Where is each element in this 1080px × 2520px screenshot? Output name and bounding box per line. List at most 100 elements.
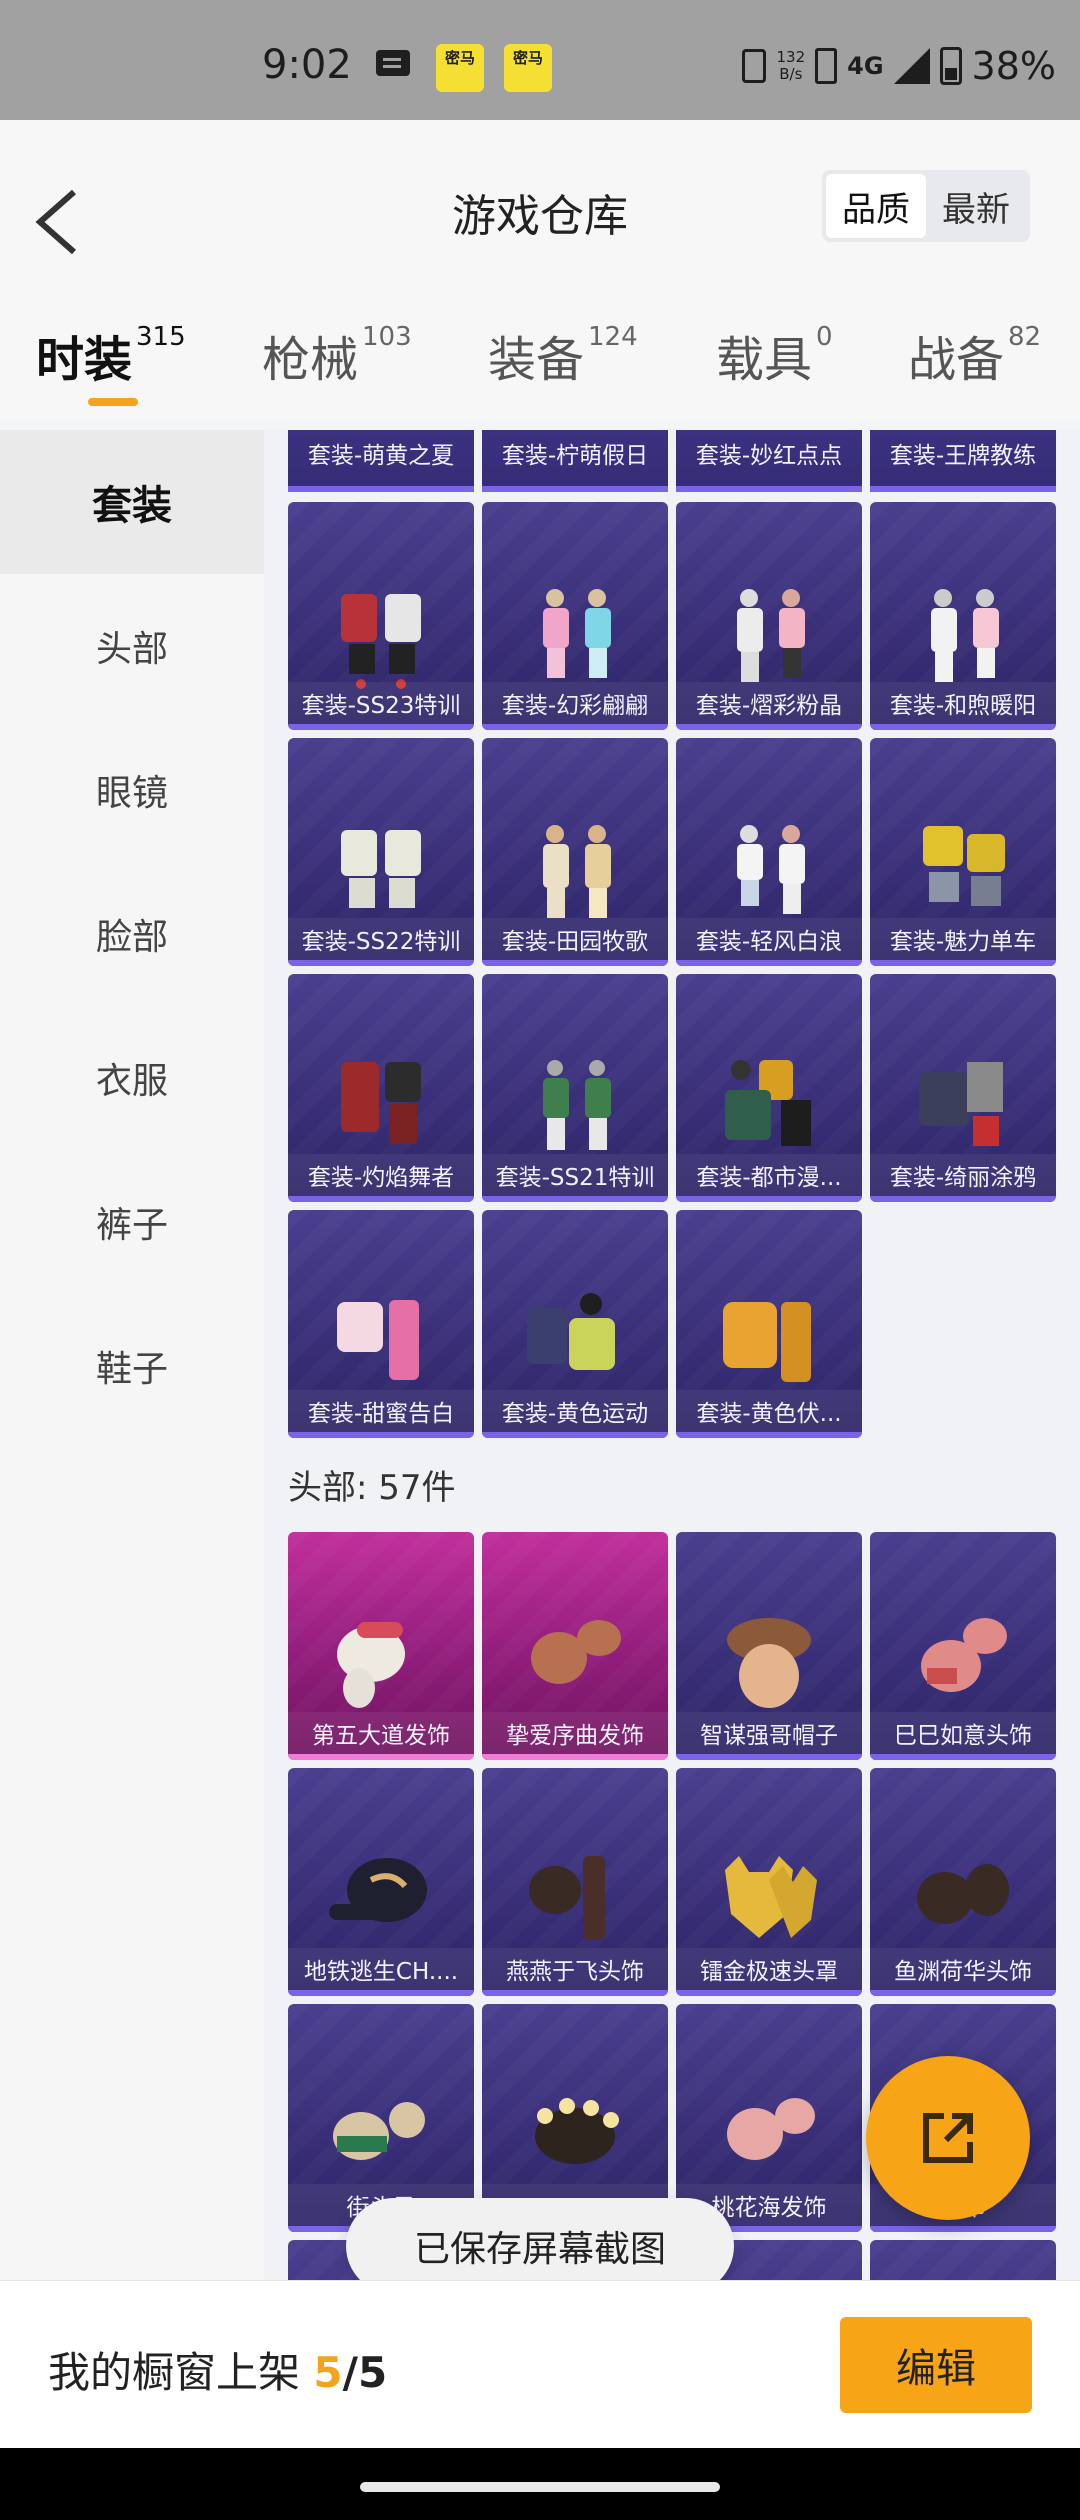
bottom-bar: 我的橱窗上架 5/5 编辑 (0, 2280, 1080, 2448)
sidebar-item-suits[interactable]: 套装 (0, 430, 264, 574)
outfit-icon (737, 825, 805, 914)
outfit-icon (543, 1060, 611, 1150)
flower-crown-icon (535, 2098, 619, 2164)
shelf-label: 我的橱窗上架 (48, 2348, 301, 2397)
head-card[interactable]: 巳巳如意头饰 (870, 1532, 1056, 1760)
outfit-icon (725, 1060, 811, 1146)
tab-count: 0 (816, 322, 833, 352)
sidebar-item-head[interactable]: 头部 (0, 574, 264, 718)
item-label: 套装-都市漫... (676, 1154, 862, 1202)
outfit-icon (923, 826, 1005, 906)
head-card[interactable]: 地铁逃生CH.... (288, 1768, 474, 1996)
item-label: 套装-幻彩翩翩 (482, 682, 668, 730)
hair-icon (917, 1864, 1009, 1924)
sidebar-item-glasses[interactable]: 眼镜 (0, 718, 264, 862)
home-gesture-handle[interactable] (360, 2482, 720, 2492)
item-label: 套装-SS21特训 (482, 1154, 668, 1202)
network-type: 4G (847, 52, 884, 80)
item-label: 套装-黄色伏... (676, 1390, 862, 1438)
shelf-status: 我的橱窗上架 5/5 (48, 2339, 387, 2400)
outfit-icon (341, 1062, 421, 1144)
suit-card[interactable]: 套装-和煦暖阳 (870, 502, 1056, 730)
head-card[interactable]: 第五大道发饰 (288, 1532, 474, 1760)
outfit-icon (919, 1062, 1003, 1146)
suit-card[interactable]: 套装-甜蜜告白 (288, 1210, 474, 1438)
outfit-icon (337, 1300, 419, 1380)
head-card[interactable]: 挚爱序曲发饰 (482, 1532, 668, 1760)
vibrate-icon (742, 49, 767, 83)
tab-equipment[interactable]: 装备 124 (488, 320, 638, 390)
mask-icon (725, 1856, 817, 1938)
suit-card[interactable]: 套装-绮丽涂鸦 (870, 974, 1056, 1202)
sidebar-item-pants[interactable]: 裤子 (0, 1150, 264, 1294)
tab-label: 装备 (488, 332, 585, 388)
outfit-icon (543, 825, 611, 918)
item-label: 套装-黄色运动 (482, 1390, 668, 1438)
sort-toggle: 品质 最新 (822, 170, 1030, 242)
tab-supplies[interactable]: 战备 82 (908, 320, 1041, 390)
header: 游戏仓库 品质 最新 时装 315 枪械 103 装备 124 载具 0 战备 … (0, 120, 1080, 420)
head-card[interactable]: 智谋强哥帽子 (676, 1532, 862, 1760)
tab-label: 载具 (716, 332, 813, 388)
suit-card[interactable]: 套装-轻风白浪 (676, 738, 862, 966)
tab-count: 82 (1008, 322, 1042, 352)
item-label: 套装-魅力单车 (870, 918, 1056, 966)
tab-guns[interactable]: 枪械 103 (262, 320, 412, 390)
tab-indicator (88, 398, 138, 406)
shelf-current: 5 (313, 2348, 343, 2397)
status-time: 9:02 (262, 42, 352, 88)
suit-card[interactable]: 套装-黄色运动 (482, 1210, 668, 1438)
suit-card[interactable]: 套装-熠彩粉晶 (676, 502, 862, 730)
sort-newest-button[interactable]: 最新 (926, 174, 1026, 238)
head-card[interactable] (870, 2240, 1056, 2280)
suit-card[interactable]: 套装-魅力单车 (870, 738, 1056, 966)
head-card[interactable]: 桃花海发饰 (676, 2004, 862, 2232)
hair-icon (727, 2098, 815, 2160)
outfit-icon (737, 589, 805, 682)
head-card[interactable]: 镭金极速头罩 (676, 1768, 862, 1996)
message-icon (376, 50, 410, 76)
head-card[interactable]: 燕燕于飞头饰 (482, 1768, 668, 1996)
suit-card[interactable]: 套装-灼焰舞者 (288, 974, 474, 1202)
sidebar-item-clothes[interactable]: 衣服 (0, 1006, 264, 1150)
hat-icon (727, 1618, 811, 1708)
list-item[interactable]: 套装-柠萌假日 (482, 430, 668, 492)
suit-card[interactable]: 套装-田园牧歌 (482, 738, 668, 966)
suit-card[interactable]: 套装-SS23特训 (288, 502, 474, 730)
suit-card[interactable]: 套装-SS22特训 (288, 738, 474, 966)
tab-label: 战备 (908, 332, 1005, 388)
suit-card[interactable]: 套装-SS21特训 (482, 974, 668, 1202)
suit-card[interactable]: 套装-幻彩翩翩 (482, 502, 668, 730)
category-tabs: 时装 315 枪械 103 装备 124 载具 0 战备 82 (0, 320, 1080, 420)
hair-icon (333, 2102, 425, 2160)
item-label: 智谋强哥帽子 (676, 1712, 862, 1760)
suit-card[interactable]: 套装-黄色伏... (676, 1210, 862, 1438)
share-button[interactable] (866, 2056, 1030, 2220)
item-label: 套装-王牌教练 (889, 443, 1037, 469)
shelf-total: /5 (342, 2348, 388, 2397)
tab-fashion[interactable]: 时装 315 (36, 320, 186, 390)
edit-button[interactable]: 编辑 (840, 2317, 1032, 2413)
tab-vehicles[interactable]: 载具 0 (716, 320, 833, 390)
system-nav-bar (0, 2448, 1080, 2520)
list-item[interactable]: 套装-妙红点点 (676, 430, 862, 492)
item-label: 套装-绮丽涂鸦 (870, 1154, 1056, 1202)
hd-icon (815, 48, 838, 84)
status-right: 132 B/s 4G 38% (742, 44, 1056, 88)
app-notification-icon-2: 密马 (504, 44, 552, 92)
item-label: 套装-妙红点点 (695, 443, 843, 469)
item-label: 套装-甜蜜告白 (288, 1390, 474, 1438)
outfit-icon (931, 589, 999, 682)
item-label: 巳巳如意头饰 (870, 1712, 1056, 1760)
suit-card[interactable]: 套装-都市漫... (676, 974, 862, 1202)
app-notification-icon: 密马 (436, 44, 484, 92)
item-label: 鱼渊荷华头饰 (870, 1948, 1056, 1996)
list-item[interactable]: 套装-王牌教练 (870, 430, 1056, 492)
tab-count: 124 (588, 322, 638, 352)
sidebar-item-face[interactable]: 脸部 (0, 862, 264, 1006)
share-icon (923, 2113, 973, 2163)
sidebar-item-shoes[interactable]: 鞋子 (0, 1294, 264, 1438)
list-item[interactable]: 套装-萌黄之夏 (288, 430, 474, 492)
sort-quality-button[interactable]: 品质 (826, 174, 926, 238)
head-card[interactable]: 鱼渊荷华头饰 (870, 1768, 1056, 1996)
